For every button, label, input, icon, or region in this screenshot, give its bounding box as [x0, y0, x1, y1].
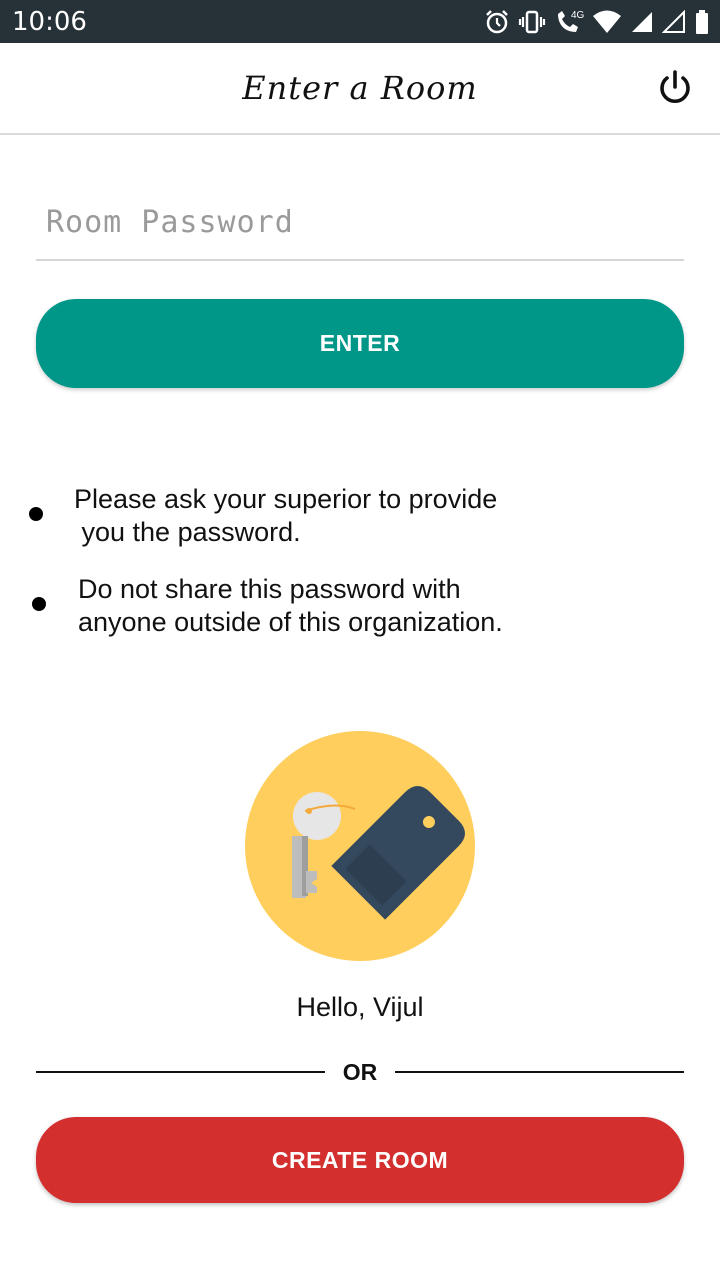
note-bullet [32, 597, 46, 611]
enter-button[interactable]: ENTER [36, 299, 684, 388]
battery-icon [696, 10, 708, 34]
signal-icon [632, 12, 652, 32]
note-line: anyone outside of this organization. [78, 607, 503, 637]
status-icons: 4G [484, 6, 710, 38]
vibrate-icon [518, 10, 546, 34]
app-bar: Enter a Room [0, 43, 720, 135]
divider-left [36, 1071, 325, 1073]
network-label: 4G [571, 10, 584, 21]
status-time: 10:06 [12, 7, 87, 37]
status-bar: 10:06 4G [0, 0, 720, 43]
alarm-icon [486, 10, 508, 34]
signal-empty-icon [662, 10, 685, 33]
divider-right [395, 1071, 684, 1073]
room-password-input[interactable] [36, 185, 684, 261]
note-item: Please ask your superior to provide you … [74, 483, 497, 549]
note-line: you the password. [74, 517, 301, 547]
divider-label: OR [342, 1059, 378, 1085]
power-icon [660, 70, 690, 104]
note-line: Please ask your superior to provide [74, 484, 498, 514]
key-icon [245, 731, 475, 961]
note-line: Do not share this password with [78, 574, 461, 604]
note-bullet [29, 507, 43, 521]
wifi-icon [593, 10, 621, 33]
volte-call-icon: 4G [558, 10, 584, 32]
create-room-button[interactable]: CREATE ROOM [36, 1117, 684, 1203]
page-title: Enter a Room [242, 69, 478, 107]
note-item: Do not share this password with anyone o… [78, 573, 503, 639]
logout-button[interactable] [656, 69, 694, 107]
greeting-text: Hello, Vijul [296, 992, 424, 1022]
